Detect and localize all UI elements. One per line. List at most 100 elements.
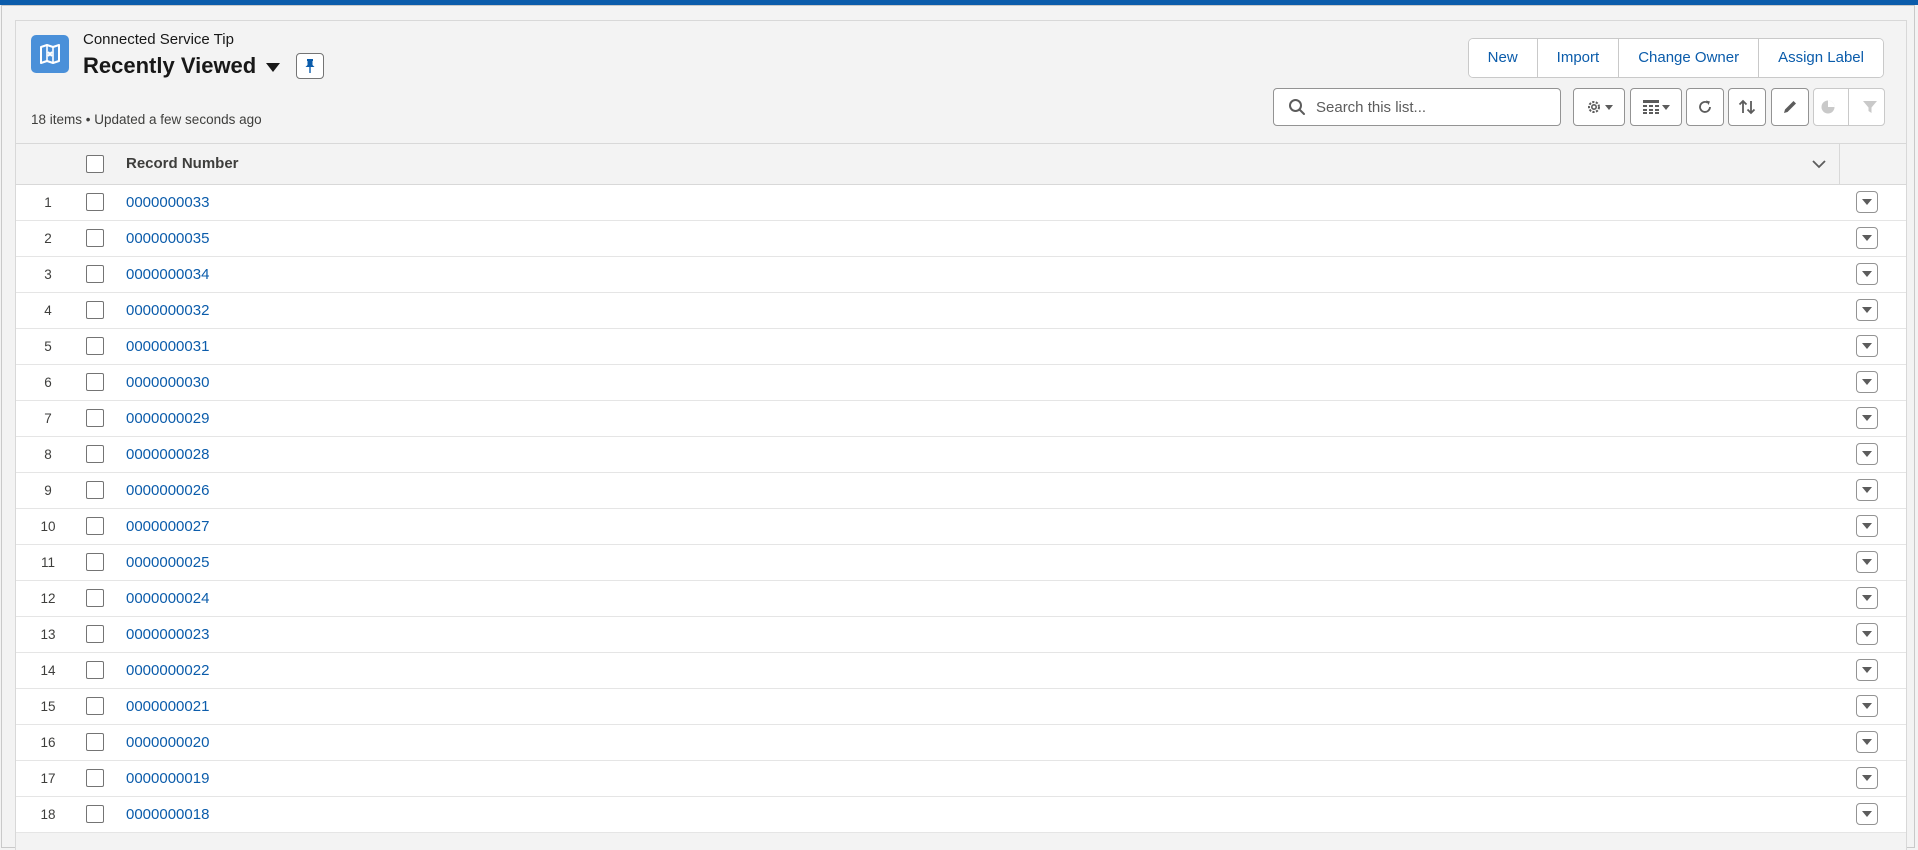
table-row: 12 0000000024	[16, 581, 1906, 617]
new-button[interactable]: New	[1468, 39, 1538, 77]
row-number: 1	[44, 195, 52, 210]
row-select-checkbox[interactable]	[86, 301, 104, 319]
row-number: 7	[44, 411, 52, 426]
chevron-down-icon	[1862, 523, 1872, 529]
display-as-table-button[interactable]	[1630, 88, 1682, 126]
row-actions-button[interactable]	[1856, 299, 1878, 321]
record-number-link[interactable]: 0000000022	[126, 662, 209, 679]
row-select-checkbox[interactable]	[86, 733, 104, 751]
row-number: 14	[40, 663, 56, 678]
record-number-link[interactable]: 0000000032	[126, 302, 209, 319]
record-number-link[interactable]: 0000000020	[126, 734, 209, 751]
table-row: 18 0000000018	[16, 797, 1906, 833]
row-actions-button[interactable]	[1856, 191, 1878, 213]
record-number-link[interactable]: 0000000023	[126, 626, 209, 643]
record-number-link[interactable]: 0000000030	[126, 374, 209, 391]
assign-label-button[interactable]: Assign Label	[1759, 39, 1883, 77]
row-actions-button[interactable]	[1856, 551, 1878, 573]
chevron-down-icon	[1862, 811, 1872, 817]
list-view-selector[interactable]: Recently Viewed	[83, 53, 281, 79]
chevron-down-icon	[266, 63, 281, 72]
list-view-card: Connected Service Tip Recently Viewed 18…	[15, 20, 1907, 850]
chevron-down-icon	[1862, 199, 1872, 205]
row-select-checkbox[interactable]	[86, 481, 104, 499]
record-number-link[interactable]: 0000000027	[126, 518, 209, 535]
row-select-checkbox[interactable]	[86, 697, 104, 715]
table-body: 1 0000000033 2 0000000035 3 0000000034 4 000000…	[16, 185, 1906, 833]
row-select-checkbox[interactable]	[86, 229, 104, 247]
row-actions-button[interactable]	[1856, 623, 1878, 645]
pin-list-view-button[interactable]	[296, 53, 324, 79]
row-select-checkbox[interactable]	[86, 373, 104, 391]
sort-button[interactable]	[1728, 88, 1766, 126]
row-select-checkbox[interactable]	[86, 553, 104, 571]
chart-icon[interactable]	[1820, 99, 1836, 115]
row-number: 15	[40, 699, 56, 714]
import-button[interactable]: Import	[1537, 39, 1620, 77]
row-select-checkbox[interactable]	[86, 445, 104, 463]
row-actions-button[interactable]	[1856, 227, 1878, 249]
row-number: 2	[44, 231, 52, 246]
table-row: 9 0000000026	[16, 473, 1906, 509]
record-number-link[interactable]: 0000000019	[126, 770, 209, 787]
row-select-checkbox[interactable]	[86, 625, 104, 643]
row-actions-button[interactable]	[1856, 515, 1878, 537]
table-row: 8 0000000028	[16, 437, 1906, 473]
filter-icon[interactable]	[1862, 99, 1878, 115]
row-select-checkbox[interactable]	[86, 805, 104, 823]
record-number-link[interactable]: 0000000018	[126, 806, 209, 823]
table-row: 6 0000000030	[16, 365, 1906, 401]
row-actions-button[interactable]	[1856, 695, 1878, 717]
row-actions-button[interactable]	[1856, 335, 1878, 357]
record-number-link[interactable]: 0000000025	[126, 554, 209, 571]
record-number-link[interactable]: 0000000026	[126, 482, 209, 499]
button-divider	[1848, 88, 1850, 126]
row-actions-button[interactable]	[1856, 479, 1878, 501]
list-settings-button[interactable]	[1573, 88, 1625, 126]
row-actions-button[interactable]	[1856, 803, 1878, 825]
table-row: 7 0000000029	[16, 401, 1906, 437]
row-actions-button[interactable]	[1856, 731, 1878, 753]
row-select-checkbox[interactable]	[86, 337, 104, 355]
refresh-button[interactable]	[1686, 88, 1724, 126]
row-actions-button[interactable]	[1856, 263, 1878, 285]
connected-service-tip-object-icon	[31, 35, 69, 73]
select-all-checkbox[interactable]	[86, 155, 104, 173]
row-actions-button[interactable]	[1856, 659, 1878, 681]
record-number-link[interactable]: 0000000024	[126, 590, 209, 607]
column-header-record-number[interactable]: Record Number	[126, 155, 239, 172]
table-row: 10 0000000027	[16, 509, 1906, 545]
chevron-down-icon[interactable]	[1811, 156, 1827, 172]
row-number: 17	[40, 771, 56, 786]
row-actions-button[interactable]	[1856, 587, 1878, 609]
chevron-down-icon	[1862, 667, 1872, 673]
chevron-down-icon	[1862, 775, 1872, 781]
record-number-link[interactable]: 0000000029	[126, 410, 209, 427]
row-actions-button[interactable]	[1856, 767, 1878, 789]
record-number-link[interactable]: 0000000034	[126, 266, 209, 283]
row-select-checkbox[interactable]	[86, 409, 104, 427]
record-number-link[interactable]: 0000000021	[126, 698, 209, 715]
row-actions-button[interactable]	[1856, 407, 1878, 429]
row-number: 18	[40, 807, 56, 822]
row-select-checkbox[interactable]	[86, 265, 104, 283]
row-actions-button[interactable]	[1856, 371, 1878, 393]
record-number-link[interactable]: 0000000028	[126, 446, 209, 463]
chevron-down-icon	[1862, 595, 1872, 601]
record-number-link[interactable]: 0000000035	[126, 230, 209, 247]
row-select-checkbox[interactable]	[86, 661, 104, 679]
row-select-checkbox[interactable]	[86, 193, 104, 211]
table-row: 11 0000000025	[16, 545, 1906, 581]
row-select-checkbox[interactable]	[86, 769, 104, 787]
list-actions-button-group: New Import Change Owner Assign Label	[1467, 38, 1884, 78]
search-list-input[interactable]	[1314, 97, 1548, 117]
row-number: 9	[44, 483, 52, 498]
row-select-checkbox[interactable]	[86, 589, 104, 607]
row-actions-button[interactable]	[1856, 443, 1878, 465]
edit-list-button[interactable]	[1771, 88, 1809, 126]
record-number-link[interactable]: 0000000033	[126, 194, 209, 211]
change-owner-button[interactable]: Change Owner	[1619, 39, 1760, 77]
record-number-link[interactable]: 0000000031	[126, 338, 209, 355]
row-select-checkbox[interactable]	[86, 517, 104, 535]
gear-icon	[1587, 101, 1600, 113]
